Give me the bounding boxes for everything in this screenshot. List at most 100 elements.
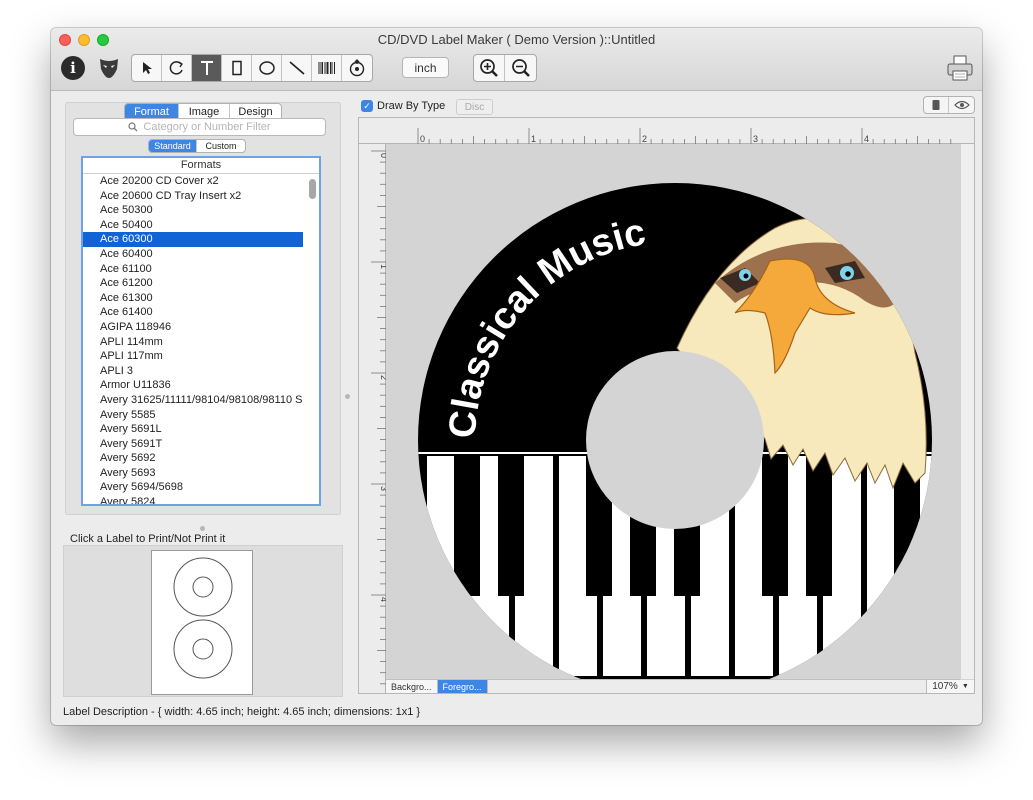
drawing-tools [131, 54, 373, 82]
format-list-item[interactable]: Avery 5694/5698 [83, 480, 303, 495]
image-tool-button[interactable] [342, 55, 372, 81]
unit-button[interactable]: inch [402, 57, 449, 78]
zoom-level-select[interactable]: 107% ▼ [926, 680, 974, 693]
printer-icon[interactable] [946, 55, 974, 81]
info-icon[interactable]: i [61, 56, 85, 80]
ruler-label-h: 2 [642, 134, 647, 144]
format-list-item[interactable]: Ace 20200 CD Cover x2 [83, 174, 303, 189]
format-list-item[interactable]: Avery 31625/11111/98104/98108/98110 S [83, 393, 303, 408]
search-placeholder: Category or Number Filter [143, 121, 271, 133]
ruler-label-h: 3 [753, 134, 758, 144]
window-title: CD/DVD Label Maker ( Demo Version )::Unt… [377, 32, 656, 47]
canvas-vertical-scrollbar[interactable] [960, 144, 974, 679]
cd-label-design[interactable]: Classical Music [415, 183, 935, 694]
disc-button[interactable]: Disc [456, 99, 493, 115]
page-view-button[interactable] [924, 97, 949, 113]
zoom-level-value: 107% [932, 681, 958, 692]
format-list-item[interactable]: AGIPA 118946 [83, 320, 303, 335]
format-list-item[interactable]: Avery 5691L [83, 422, 303, 437]
zoom-in-button[interactable] [474, 55, 505, 81]
format-list-item[interactable]: Armor U11836 [83, 378, 303, 393]
search-icon [128, 122, 138, 132]
preview-label-1[interactable] [173, 557, 233, 617]
mask-icon[interactable] [98, 56, 120, 80]
view-mode-controls [923, 96, 975, 114]
ruler-label-v: 1 [379, 264, 386, 269]
format-list-item[interactable]: Ace 61400 [83, 305, 303, 320]
disc-center-hole [586, 351, 764, 529]
format-list-item[interactable]: Ace 61100 [83, 262, 303, 277]
canvas-bottom-bar: Backgro... Foregro... [386, 679, 960, 693]
format-list-item[interactable]: Ace 20600 CD Tray Insert x2 [83, 189, 303, 204]
format-rows: Ace 20200 CD Cover x2 Ace 20600 CD Tray I… [83, 174, 319, 504]
format-list-item[interactable]: Ace 60400 [83, 247, 303, 262]
preview-button[interactable] [949, 97, 974, 113]
ruler-label-h: 4 [864, 134, 869, 144]
subtab-standard[interactable]: Standard [149, 140, 197, 152]
zoom-in-icon [480, 59, 498, 77]
format-list-item[interactable]: Avery 5691T [83, 437, 303, 452]
format-list-item[interactable]: Avery 5585 [83, 408, 303, 423]
line-tool-button[interactable] [282, 55, 312, 81]
format-panel: Format Image Design Category or Number F… [65, 102, 341, 515]
horizontal-ruler: 0 1 2 3 4 [359, 118, 974, 144]
rotate-tool-button[interactable] [162, 55, 192, 81]
rectangle-tool-button[interactable] [222, 55, 252, 81]
draw-by-type-checkbox[interactable]: ✓ Draw By Type [361, 100, 445, 112]
format-list-item[interactable]: Avery 5692 [83, 451, 303, 466]
barcode-icon [318, 62, 335, 74]
text-tool-button[interactable] [192, 55, 222, 81]
line-icon [288, 61, 305, 75]
arrow-icon [142, 62, 152, 74]
page-icon [932, 100, 940, 110]
split-handle-vertical[interactable] [345, 394, 350, 399]
format-list-item[interactable]: APLI 114mm [83, 335, 303, 350]
format-list-item[interactable]: APLI 117mm [83, 349, 303, 364]
ruler-label-v: 2 [379, 375, 386, 380]
preview-label-2[interactable] [173, 619, 233, 679]
title-toolbar: CD/DVD Label Maker ( Demo Version )::Unt… [51, 28, 982, 91]
rotate-icon [169, 61, 183, 75]
ruler-label-v: 0 [379, 153, 386, 158]
format-list-item[interactable]: Avery 5693 [83, 466, 303, 481]
zoom-controls [473, 54, 537, 82]
format-list-item[interactable]: Ace 50400 [83, 218, 303, 233]
subtab-custom[interactable]: Custom [197, 140, 245, 152]
ruler-label-h: 0 [420, 134, 425, 144]
checkmark-icon: ✓ [361, 100, 373, 112]
barcode-tool-button[interactable] [312, 55, 342, 81]
label-description: Label Description - { width: 4.65 inch; … [63, 706, 421, 718]
formats-scrollbar[interactable] [309, 179, 316, 199]
ruler-label-h: 1 [531, 134, 536, 144]
tab-foreground-layer[interactable]: Foregro... [437, 680, 488, 693]
sheet-preview [151, 550, 253, 695]
split-handle-horizontal[interactable] [200, 526, 205, 531]
zoom-out-icon [511, 59, 530, 77]
chevron-down-icon: ▼ [961, 683, 969, 690]
format-list-item[interactable]: Ace 61300 [83, 291, 303, 306]
sheet-preview-area [63, 545, 343, 697]
format-list-item[interactable]: Ace 50300 [83, 203, 303, 218]
text-icon [200, 61, 213, 75]
formats-list-header: Formats [83, 158, 319, 174]
tab-background-layer[interactable]: Backgro... [386, 680, 438, 693]
zoom-out-button[interactable] [505, 55, 536, 81]
format-subtabs: Standard Custom [148, 139, 246, 153]
image-import-icon [349, 59, 365, 77]
formats-list[interactable]: Formats Ace 20200 CD Cover x2 Ace 20600 C… [81, 156, 321, 506]
draw-by-type-label: Draw By Type [377, 100, 446, 112]
format-list-item[interactable]: Avery 5824 [83, 495, 303, 504]
ruler-label-v: 3 [379, 486, 386, 491]
format-list-item[interactable]: APLI 3 [83, 364, 303, 379]
design-canvas-frame: 0 1 2 3 4 0 1 2 3 4 [358, 117, 975, 694]
ellipse-icon [258, 61, 275, 75]
ruler-label-v: 4 [379, 597, 386, 602]
rectangle-icon [231, 60, 242, 76]
format-list-item[interactable]: Ace 61200 [83, 276, 303, 291]
format-search-input[interactable]: Category or Number Filter [73, 118, 326, 136]
app-window: CD/DVD Label Maker ( Demo Version )::Unt… [51, 28, 982, 725]
print-hint-text: Click a Label to Print/Not Print it [70, 533, 226, 545]
ellipse-tool-button[interactable] [252, 55, 282, 81]
select-tool-button[interactable] [132, 55, 162, 81]
format-list-item[interactable]: Ace 60300 [83, 232, 303, 247]
